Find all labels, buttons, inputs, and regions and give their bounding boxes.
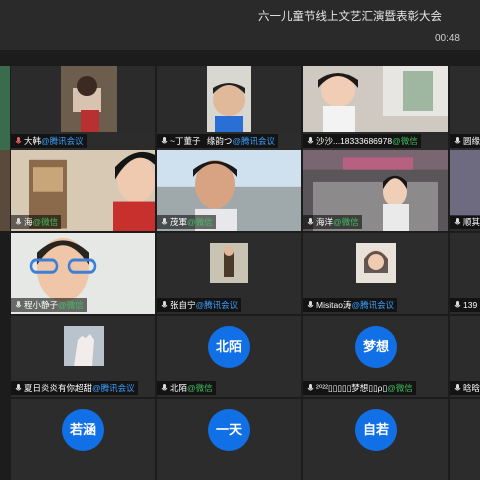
participant-label: 顺其	[450, 215, 480, 229]
participant-label: 程小静子@微信	[11, 298, 87, 312]
participant-label: Misitao涛@腾讯会议	[303, 298, 398, 312]
participant-label: 张自宁@腾讯会议	[157, 298, 242, 312]
microphone-icon	[454, 137, 461, 144]
video-tile[interactable]: 139	[450, 233, 480, 314]
microphone-icon	[15, 137, 22, 144]
video-tile-edge-left[interactable]	[0, 150, 10, 231]
microphone-icon	[161, 384, 168, 391]
video-tile[interactable]: 程小静子@微信	[11, 233, 155, 314]
participant-thumbnail	[64, 326, 104, 366]
video-feed	[303, 66, 448, 132]
video-tile[interactable]: 大韩@腾讯会议	[11, 66, 155, 150]
microphone-icon	[307, 137, 314, 144]
video-tile[interactable]: 晗晗	[450, 316, 480, 397]
participant-label: ~丁董子 缘韵つ@腾讯会议	[157, 134, 278, 148]
microphone-icon	[161, 218, 168, 225]
microphone-icon	[454, 301, 461, 308]
video-tile[interactable]: 自若	[303, 399, 448, 480]
microphone-icon	[15, 301, 22, 308]
microphone-icon	[15, 384, 22, 391]
meeting-title: 六一儿童节线上文艺汇演暨表彰大会	[258, 11, 442, 23]
microphone-icon	[454, 384, 461, 391]
microphone-icon	[15, 218, 22, 225]
microphone-icon	[161, 301, 168, 308]
participant-label: 晗晗	[450, 381, 480, 395]
microphone-icon	[161, 137, 168, 144]
avatar: 北陌	[208, 326, 250, 368]
participant-label: 大韩@腾讯会议	[11, 134, 87, 148]
video-tile[interactable]: 海洋@微信	[303, 150, 448, 231]
participant-label: 北陌@微信	[157, 381, 216, 395]
video-tile[interactable]: 北陌 北陌@微信	[157, 316, 301, 397]
video-grid: 大韩@腾讯会议 ~丁董子 缘韵つ@腾讯会议 沙沙...18333686978@微…	[0, 66, 480, 480]
avatar: 梦想	[355, 326, 397, 368]
meeting-timer: 00:48	[434, 33, 460, 44]
video-tile[interactable]: Misitao涛@腾讯会议	[303, 233, 448, 314]
video-tile[interactable]: 一天	[157, 399, 301, 480]
video-tile-edge-left[interactable]	[0, 66, 10, 150]
video-feed	[157, 66, 301, 132]
meeting-header: 六一儿童节线上文艺汇演暨表彰大会 00:48	[0, 0, 480, 50]
participant-label: 茂軍@微信	[157, 215, 216, 229]
video-tile[interactable]: 圆缘	[450, 66, 480, 150]
video-tile[interactable]: 茂軍@微信	[157, 150, 301, 231]
participant-label: 夏日炎炎有你超甜@腾讯会议	[11, 381, 138, 395]
microphone-icon	[307, 301, 314, 308]
participant-label: 139	[450, 298, 480, 312]
video-tile[interactable]: 顺其	[450, 150, 480, 231]
microphone-icon	[307, 218, 314, 225]
video-feed	[450, 150, 480, 216]
video-tile[interactable]: 梦想 ²⁰²²▯▯▯▯▯梦想▯▯ρ▯@微信	[303, 316, 448, 397]
microphone-icon	[307, 384, 314, 391]
avatar: 一天	[208, 409, 250, 451]
participant-label: 海@微信	[11, 215, 62, 229]
participant-label: 海洋@微信	[303, 215, 362, 229]
microphone-icon	[454, 218, 461, 225]
participant-label: 沙沙...18333686978@微信	[303, 134, 421, 148]
video-feed	[11, 66, 155, 132]
video-tile[interactable]: 海@微信	[11, 150, 155, 231]
video-tile[interactable]: 沙沙...18333686978@微信	[303, 66, 448, 150]
participant-label: ²⁰²²▯▯▯▯▯梦想▯▯ρ▯@微信	[303, 381, 416, 395]
avatar: 自若	[355, 409, 397, 451]
video-tile[interactable]: ~丁董子 缘韵つ@腾讯会议	[157, 66, 301, 150]
video-tile[interactable]: 夏日炎炎有你超甜@腾讯会议	[11, 316, 155, 397]
participant-thumbnail	[210, 243, 248, 283]
video-tile[interactable]: 张自宁@腾讯会议	[157, 233, 301, 314]
participant-thumbnail	[356, 243, 396, 283]
video-tile[interactable]: 若涵	[11, 399, 155, 480]
video-tile[interactable]	[450, 399, 480, 480]
avatar: 若涵	[62, 409, 104, 451]
participant-label: 圆缘	[450, 134, 480, 148]
